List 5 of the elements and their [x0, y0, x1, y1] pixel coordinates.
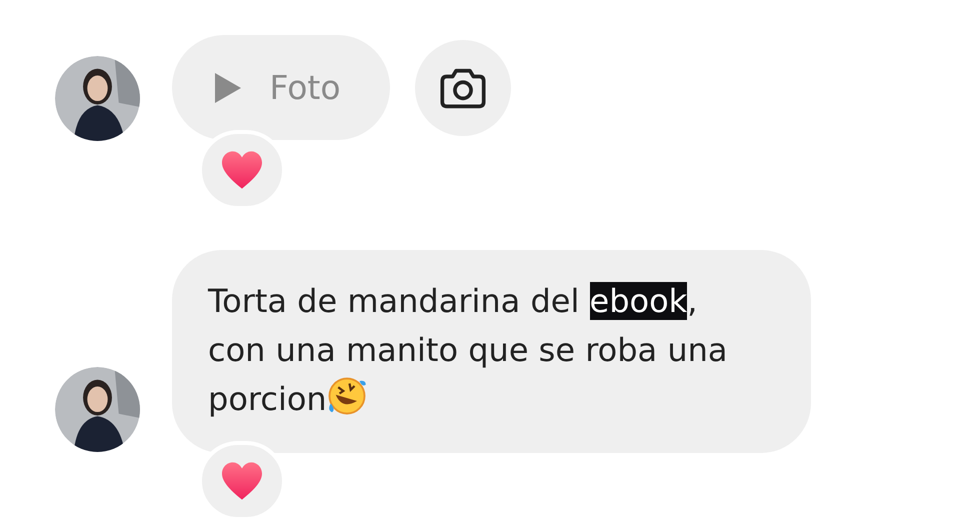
heart-icon — [220, 461, 264, 501]
message-text: Torta de mandarina del ebook, con una manito que se roba una porcion — [208, 281, 728, 420]
play-icon — [213, 70, 244, 104]
heart-icon — [220, 150, 264, 190]
video-message[interactable]: Foto — [172, 35, 390, 140]
